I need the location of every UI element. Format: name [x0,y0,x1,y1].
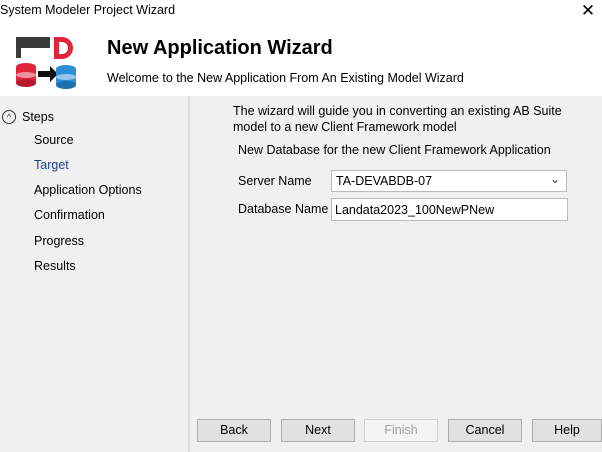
wizard-title: New Application Wizard [107,37,333,59]
database-name-label: Database Name [238,202,329,216]
steps-label: Steps [22,110,54,124]
step-progress[interactable]: Progress [34,234,84,248]
next-button[interactable]: Next [281,419,355,442]
database-name-input[interactable] [331,198,568,221]
chevron-down-icon[interactable]: ⌄ [550,172,560,186]
intro-text: The wizard will guide you in converting … [233,104,562,134]
server-name-value: TA-DEVABDB-07 [336,174,433,188]
step-target[interactable]: Target [34,158,69,172]
database-convert-icon [16,37,76,89]
step-confirmation[interactable]: Confirmation [34,208,105,222]
step-application-options[interactable]: Application Options [34,183,142,197]
step-results[interactable]: Results [34,259,76,273]
section-title: New Database for the new Client Framewor… [238,143,551,157]
title-bar: System Modeler Project Wizard ✕ [0,0,602,24]
steps-sidebar [0,96,188,452]
back-button[interactable]: Back [197,419,271,442]
help-button[interactable]: Help [532,419,602,442]
finish-button[interactable]: Finish [364,419,438,442]
wizard-subtitle: Welcome to the New Application From An E… [107,71,464,85]
wizard-header: New Application Wizard Welcome to the Ne… [0,24,602,96]
server-name-dropdown[interactable]: TA-DEVABDB-07 ⌄ [331,170,567,192]
close-icon[interactable]: ✕ [578,0,598,22]
server-name-label: Server Name [238,174,312,188]
step-source[interactable]: Source [34,133,74,147]
collapse-icon[interactable]: ^ [2,110,16,124]
cancel-button[interactable]: Cancel [448,419,522,442]
window-title: System Modeler Project Wizard [0,3,176,17]
